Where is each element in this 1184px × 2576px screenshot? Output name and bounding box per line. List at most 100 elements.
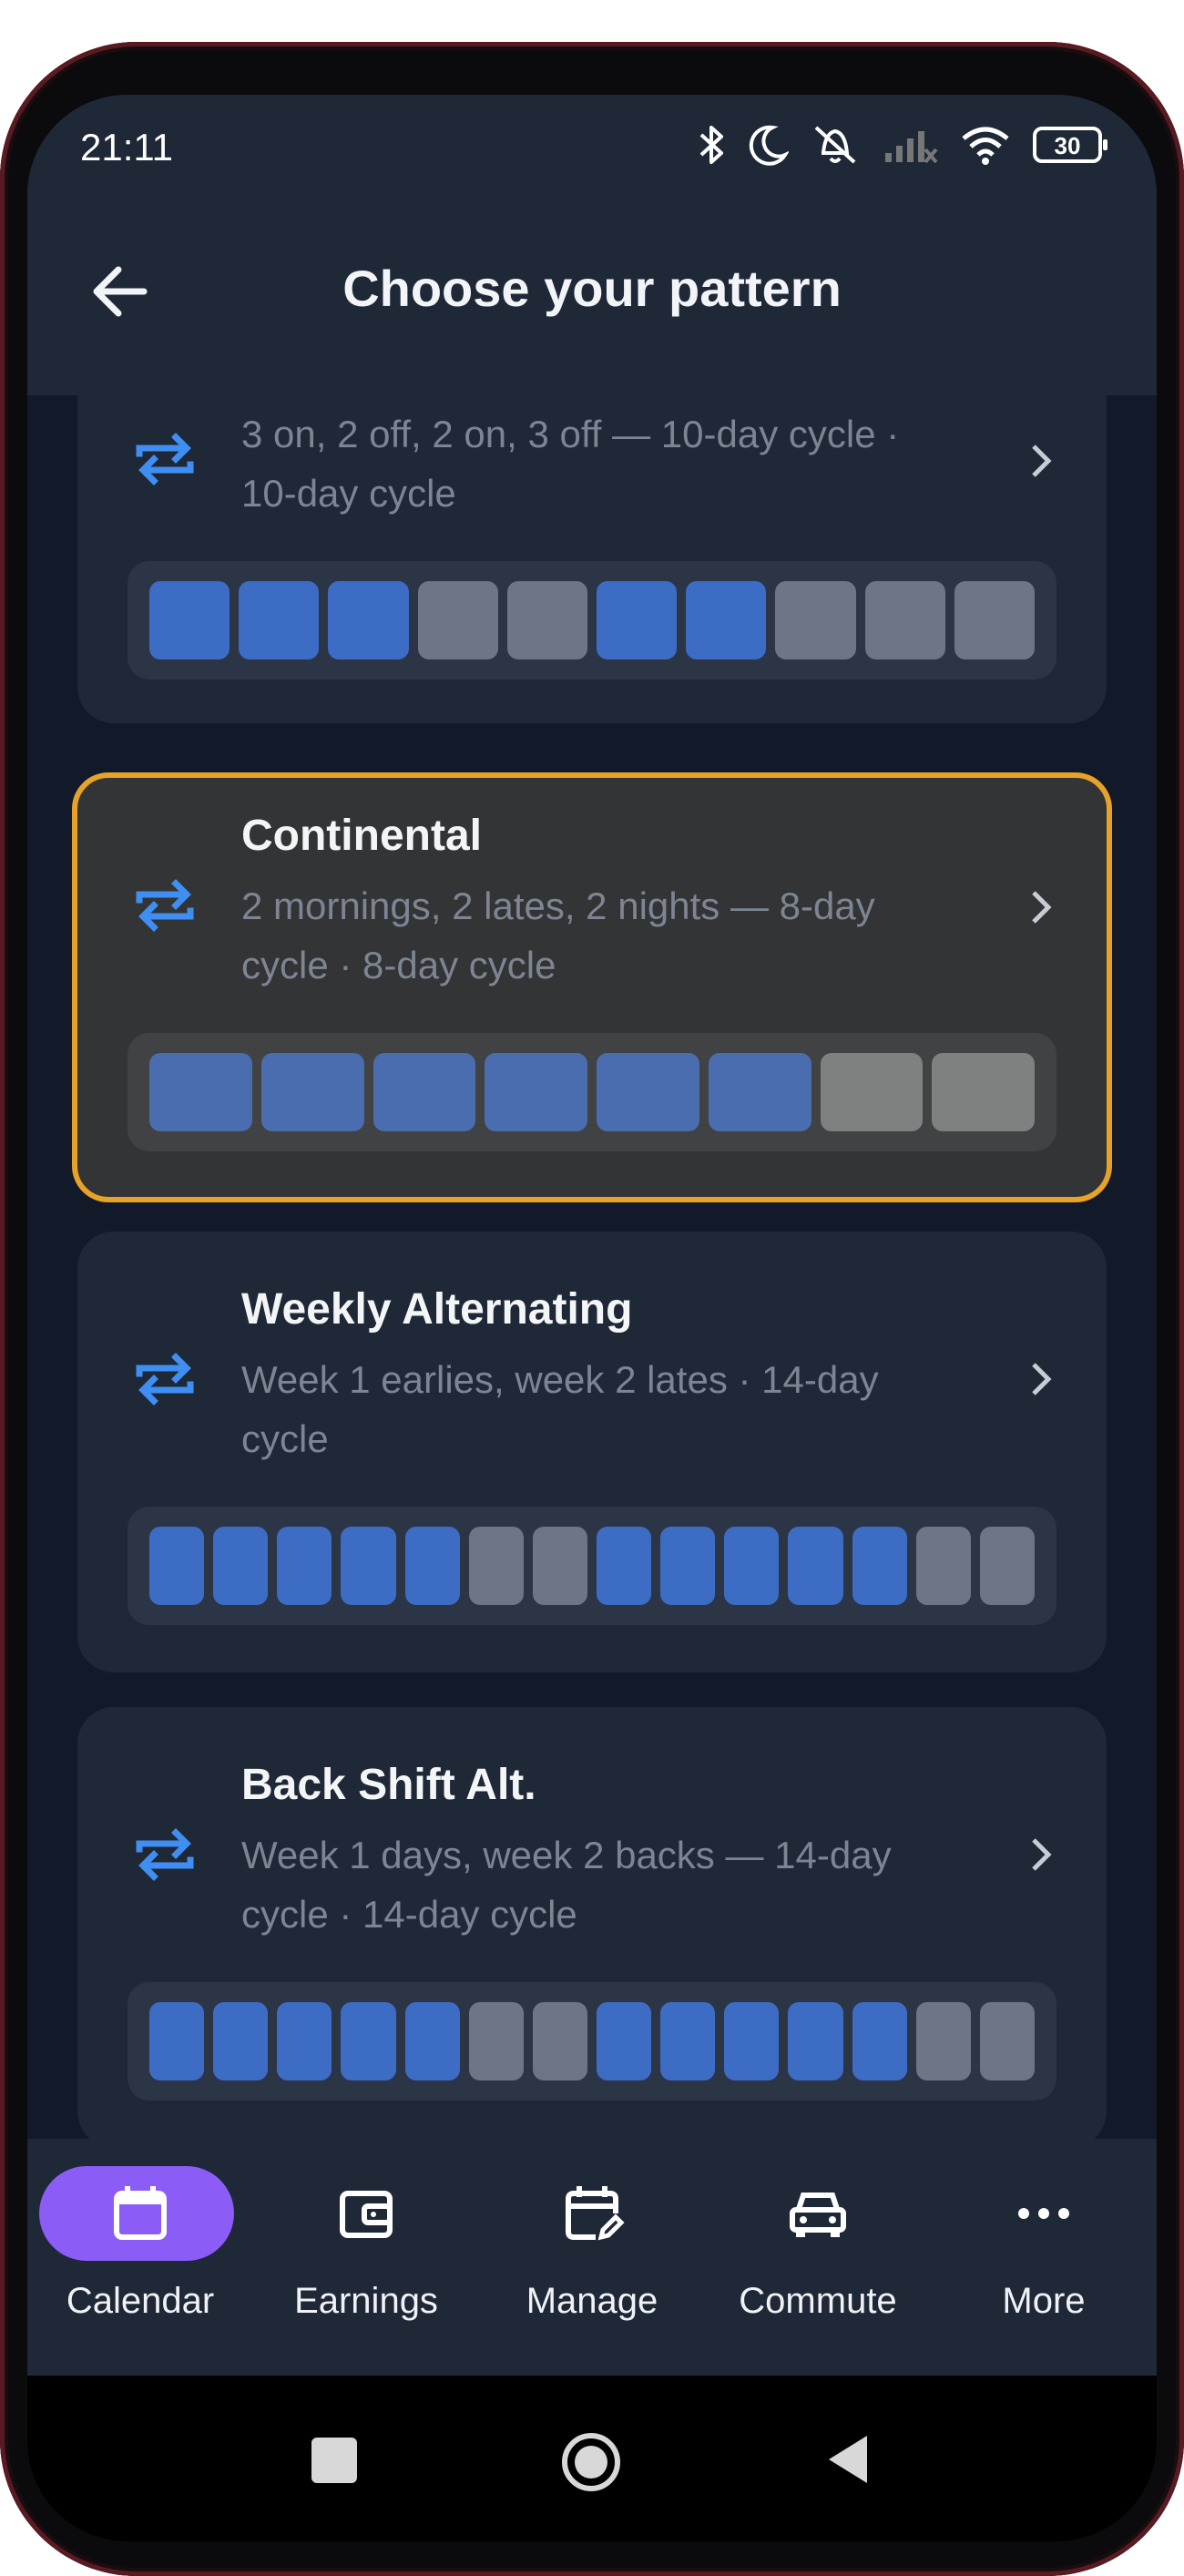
cycle-day-on: [596, 2002, 652, 2080]
pattern-title: Back Shift Alt.: [241, 1761, 536, 1809]
nav-item-commute[interactable]: Commute: [705, 2166, 931, 2348]
cycle-day-on: [660, 1527, 716, 1605]
status-icons: 30: [696, 122, 1107, 168]
cycle-day-on: [788, 1527, 843, 1605]
cycle-day-on: [485, 1053, 587, 1131]
cycle-day-off: [915, 2002, 971, 2080]
cycle-day-on: [597, 581, 678, 659]
signal-icon: [885, 131, 938, 164]
cycle-day-on: [404, 2002, 460, 2080]
repeat-icon: [136, 1828, 194, 1881]
cycle-day-on: [328, 581, 409, 659]
cycle-day-off: [532, 1527, 587, 1605]
cycle-day-off: [417, 581, 498, 659]
page-title: Choose your pattern: [342, 260, 842, 317]
pattern-title: Continental: [241, 812, 482, 860]
cycle-day-on: [213, 1527, 269, 1605]
pattern-card-1[interactable]: 3 on, 2 off, 2 on, 3 off — 10-day cycle …: [77, 395, 1107, 723]
cycle-day-on: [686, 581, 767, 659]
pattern-description: 3 on, 2 off, 2 on, 3 off — 10-day cycle …: [241, 413, 900, 515]
cycle-strip: [128, 1507, 1056, 1625]
cycle-day-off: [864, 581, 945, 659]
cycle-day-off: [954, 581, 1036, 659]
more-horizontal-icon: [1018, 2208, 1069, 2219]
cycle-day-off: [932, 1053, 1035, 1131]
recents-button[interactable]: [311, 2438, 357, 2483]
nav-label: More: [1002, 2281, 1086, 2321]
nav-item-more[interactable]: More: [931, 2166, 1157, 2348]
cycle-day-on: [149, 581, 230, 659]
pattern-card-continental[interactable]: Continental 2 mornings, 2 lates, 2 night…: [72, 772, 1112, 1202]
cycle-day-on: [404, 1527, 460, 1605]
cycle-day-on: [341, 2002, 396, 2080]
cycle-day-on: [788, 2002, 843, 2080]
screen: 21:11 30 Choose your pattern 3 on, 2 off…: [27, 95, 1157, 2541]
phone-frame: 21:11 30 Choose your pattern 3 on, 2 off…: [0, 42, 1184, 2576]
cycle-day-off: [468, 2002, 524, 2080]
status-time: 21:11: [80, 126, 173, 169]
cycle-day-off: [820, 1053, 924, 1131]
chevron-right-icon: [1032, 445, 1052, 477]
bluetooth-icon: [699, 126, 723, 164]
cycle-day-on: [708, 1053, 811, 1131]
cycle-day-on: [852, 2002, 907, 2080]
cycle-day-on: [277, 1527, 332, 1605]
nav-label: Calendar: [66, 2281, 215, 2321]
cycle-day-on: [341, 1527, 396, 1605]
cycle-day-on: [724, 2002, 780, 2080]
calendar-icon: [114, 2186, 167, 2240]
cycle-day-off: [979, 1527, 1035, 1605]
cycle-day-off: [468, 1527, 524, 1605]
cycle-day-on: [213, 2002, 269, 2080]
car-icon: [790, 2193, 846, 2237]
chevron-right-icon: [1032, 891, 1052, 924]
back-nav-button[interactable]: [825, 2432, 871, 2487]
wifi-icon: [962, 127, 1009, 165]
system-navigation-bar: [27, 2376, 1157, 2541]
pattern-description: 2 mornings, 2 lates, 2 nights — 8-day cy…: [241, 884, 875, 986]
pattern-card-back-shift-alt[interactable]: Back Shift Alt. Week 1 days, week 2 back…: [77, 1707, 1107, 2148]
chevron-right-icon: [1032, 1838, 1052, 1871]
home-button[interactable]: [559, 2430, 623, 2494]
bottom-navigation: Calendar Earnings Manage Commute More: [27, 2139, 1157, 2376]
repeat-icon: [136, 433, 194, 486]
nav-item-calendar[interactable]: Calendar: [27, 2166, 253, 2348]
cycle-strip: [128, 1033, 1056, 1151]
cycle-day-off: [979, 2002, 1035, 2080]
repeat-icon: [136, 1353, 194, 1406]
cycle-strip: [128, 561, 1056, 680]
pattern-description: Week 1 earlies, week 2 lates · 14-day cy…: [241, 1358, 879, 1460]
cycle-day-on: [660, 2002, 716, 2080]
repeat-icon: [136, 879, 194, 932]
battery-icon: 30: [1033, 127, 1107, 163]
cycle-day-on: [277, 2002, 332, 2080]
cycle-day-off: [532, 2002, 587, 2080]
cycle-day-on: [597, 1053, 699, 1131]
moon-icon: [749, 125, 789, 166]
pattern-card-weekly-alternating[interactable]: Weekly Alternating Week 1 earlies, week …: [77, 1232, 1107, 1672]
battery-level: 30: [1054, 132, 1081, 159]
nav-item-manage[interactable]: Manage: [479, 2166, 705, 2348]
cycle-day-on: [239, 581, 320, 659]
cycle-day-on: [149, 1527, 205, 1605]
pattern-description: Week 1 days, week 2 backs — 14-day cycle…: [241, 1834, 892, 1936]
nav-label: Commute: [739, 2281, 897, 2321]
nav-label: Earnings: [294, 2281, 438, 2321]
pattern-list[interactable]: 3 on, 2 off, 2 on, 3 off — 10-day cycle …: [27, 395, 1157, 2162]
cycle-day-on: [149, 2002, 205, 2080]
mute-icon: [814, 126, 856, 164]
wallet-icon: [340, 2191, 393, 2238]
calendar-edit-icon: [566, 2186, 625, 2241]
cycle-day-on: [149, 1053, 252, 1131]
cycle-day-off: [915, 1527, 971, 1605]
cycle-day-off: [506, 581, 588, 659]
cycle-day-off: [775, 581, 856, 659]
nav-item-earnings[interactable]: Earnings: [253, 2166, 479, 2348]
nav-label: Manage: [526, 2281, 658, 2321]
cycle-day-on: [596, 1527, 652, 1605]
cycle-day-on: [260, 1053, 364, 1131]
app-header: 21:11 30 Choose your pattern: [27, 95, 1157, 395]
cycle-day-on: [852, 1527, 907, 1605]
cycle-day-on: [724, 1527, 780, 1605]
chevron-right-icon: [1032, 1363, 1052, 1395]
